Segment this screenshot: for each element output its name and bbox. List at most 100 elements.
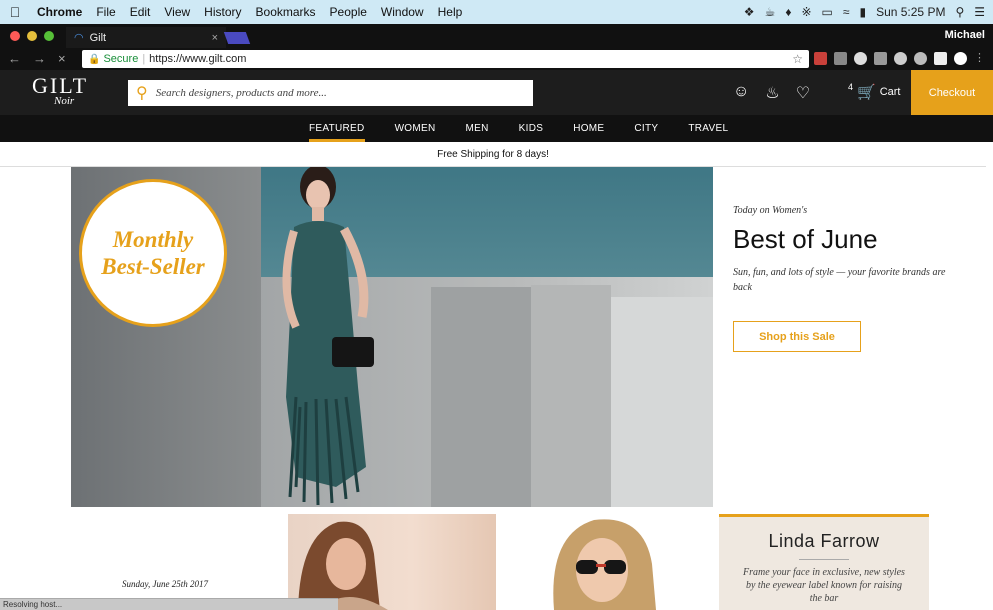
menu-window[interactable]: Window — [374, 5, 431, 19]
badge-line-2: Best-Seller — [101, 254, 205, 279]
lock-icon[interactable]: 🔒 — [88, 54, 100, 65]
nav-home[interactable]: HOME — [573, 115, 604, 142]
macos-menubar:  Chrome File Edit View History Bookmark… — [0, 0, 993, 24]
promo-panel: Today on Women's Best of June Sun, fun, … — [733, 205, 953, 352]
extension-5-icon[interactable] — [894, 52, 907, 65]
spotlight-icon[interactable]: ⚲ — [955, 5, 964, 19]
monthly-best-seller-badge: Monthly Best-Seller — [79, 179, 227, 327]
nav-kids[interactable]: KIDS — [519, 115, 544, 142]
extension-7-icon[interactable] — [934, 52, 947, 65]
new-tab-button[interactable] — [223, 32, 251, 44]
stop-icon[interactable]: × — [58, 51, 66, 66]
cart-label: Cart — [879, 86, 901, 98]
nav-buttons: ← → × — [8, 51, 66, 66]
hero-slab-3 — [611, 297, 713, 507]
battery-icon[interactable]: ▮ — [859, 5, 866, 19]
browser-toolbar: ← → × 🔒 Secure | https://www.gilt.com ☆ … — [0, 48, 993, 70]
search-input[interactable]: Search designers, products and more... — [156, 87, 327, 99]
extension-2-icon[interactable] — [834, 52, 847, 65]
hero-slab-2 — [531, 285, 611, 507]
menu-view[interactable]: View — [157, 5, 197, 19]
tile-2-image — [553, 519, 656, 610]
nav-men[interactable]: MEN — [466, 115, 489, 142]
checkout-button[interactable]: Checkout — [911, 70, 993, 115]
tab-close-icon[interactable]: × — [212, 32, 218, 44]
cup-icon[interactable]: ☕ — [765, 5, 776, 19]
gilt-logo[interactable]: GILT Noir — [32, 75, 88, 107]
profile-name[interactable]: Michael — [945, 29, 985, 41]
browser-tab-active[interactable]: ◠ Gilt × — [66, 27, 226, 48]
dropbox-icon[interactable]: ❖ — [744, 5, 755, 19]
loading-spinner-icon: ◠ — [74, 32, 84, 44]
linda-farrow-tile[interactable]: Linda Farrow Frame your face in exclusiv… — [719, 514, 929, 610]
clock-text[interactable]: Sun 5:25 PM — [876, 5, 945, 19]
extension-6-icon[interactable] — [914, 52, 927, 65]
extension-3-icon[interactable] — [854, 52, 867, 65]
bluetooth-icon[interactable]: ※ — [801, 5, 811, 19]
chrome-menu-icon[interactable]: ⋮ — [974, 52, 987, 65]
shipping-banner[interactable]: Free Shipping for 8 days! — [0, 142, 986, 167]
secure-label: Secure — [103, 53, 139, 65]
menu-help[interactable]: Help — [431, 5, 470, 19]
tile-3-divider — [799, 559, 849, 560]
zoom-window-button[interactable] — [44, 31, 54, 41]
close-window-button[interactable] — [10, 31, 20, 41]
hero-image[interactable]: Monthly Best-Seller — [71, 167, 713, 507]
bookmark-star-icon[interactable]: ☆ — [792, 52, 803, 66]
favorites-heart-icon[interactable]: ♡ — [796, 83, 810, 103]
account-icon[interactable]: ☺ — [733, 83, 749, 103]
tile-3-title: Linda Farrow — [768, 531, 880, 551]
tab-title: Gilt — [89, 31, 107, 44]
shop-this-sale-button[interactable]: Shop this Sale — [733, 321, 861, 352]
date-label: Sunday, June 25th 2017 — [122, 579, 208, 589]
notification-center-icon[interactable]: ☰ — [974, 5, 985, 19]
extension-icons: ⋮ — [814, 52, 987, 65]
menu-file[interactable]: File — [89, 5, 122, 19]
minimize-window-button[interactable] — [27, 31, 37, 41]
promo-title[interactable]: Best of June — [733, 224, 953, 255]
airplay-icon[interactable]: ▭ — [822, 5, 833, 19]
menu-history[interactable]: History — [197, 5, 248, 19]
wifi-icon[interactable]: ≈ — [843, 5, 850, 19]
extension-1-icon[interactable] — [814, 52, 827, 65]
nav-travel[interactable]: TRAVEL — [688, 115, 728, 142]
screen:  Chrome File Edit View History Bookmark… — [0, 0, 993, 610]
address-bar[interactable]: 🔒 Secure | https://www.gilt.com ☆ — [82, 50, 809, 68]
nav-featured[interactable]: FEATURED — [309, 115, 365, 142]
url-text[interactable]: https://www.gilt.com — [149, 53, 246, 65]
header-icons: ☺ ♨ ♡ — [733, 83, 810, 103]
notifications-bell-icon[interactable]: ♨ — [765, 83, 779, 103]
menu-bookmarks[interactable]: Bookmarks — [249, 5, 323, 19]
forward-icon[interactable]: → — [33, 51, 46, 66]
search-icon[interactable]: ⚲ — [136, 83, 148, 103]
product-tile-2[interactable] — [504, 514, 712, 610]
apple-icon[interactable]:  — [0, 4, 30, 20]
site-header: GILT Noir ⚲ Search designers, products a… — [0, 70, 993, 115]
menu-app-name[interactable]: Chrome — [30, 5, 89, 19]
hero-slab-1 — [431, 287, 531, 507]
category-nav: FEATURED WOMEN MEN KIDS HOME CITY TRAVEL — [0, 115, 993, 142]
product-tile-1[interactable] — [288, 514, 496, 610]
omnibox-separator: | — [142, 53, 146, 65]
evernote-icon[interactable]: ♦ — [785, 5, 791, 19]
category-nav-items: FEATURED WOMEN MEN KIDS HOME CITY TRAVEL — [309, 115, 758, 142]
nav-city[interactable]: CITY — [634, 115, 658, 142]
promo-description: Sun, fun, and lots of style — your favor… — [733, 267, 946, 293]
tile-3-copy: Frame your face in exclusive, new styles… — [743, 567, 905, 604]
extension-8-icon[interactable] — [954, 52, 967, 65]
browser-status-bar: Resolving host... — [0, 598, 338, 610]
menu-people[interactable]: People — [323, 5, 374, 19]
search-box[interactable]: ⚲ Search designers, products and more... — [128, 80, 533, 106]
cart-count: 4 — [848, 82, 854, 92]
cart-icon: 🛒 — [857, 84, 876, 101]
browser-tabbar: ◠ Gilt × Michael — [0, 24, 993, 48]
tile-1-image — [298, 521, 388, 610]
cart-button[interactable]: 4 🛒 Cart — [848, 82, 901, 101]
window-controls — [10, 31, 54, 41]
menu-edit[interactable]: Edit — [123, 5, 158, 19]
nav-women[interactable]: WOMEN — [395, 115, 436, 142]
back-icon[interactable]: ← — [8, 51, 21, 66]
menubar-status-area: ❖ ☕ ♦ ※ ▭ ≈ ▮ Sun 5:25 PM ⚲ ☰ — [744, 0, 985, 24]
extension-4-icon[interactable] — [874, 52, 887, 65]
badge-line-1: Monthly — [112, 227, 194, 252]
